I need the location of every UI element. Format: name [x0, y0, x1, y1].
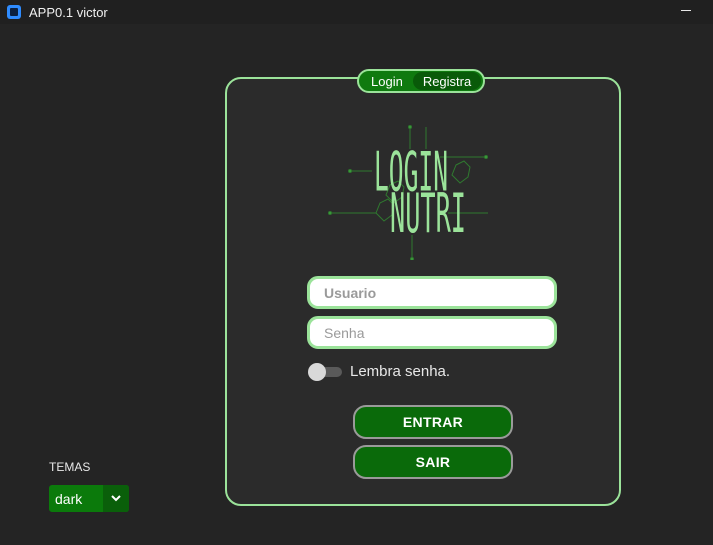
- theme-selected-value: dark: [55, 490, 83, 507]
- password-input[interactable]: [307, 316, 557, 349]
- exit-button[interactable]: SAIR: [353, 445, 513, 479]
- remember-password-toggle[interactable]: [308, 363, 342, 381]
- username-input[interactable]: [307, 276, 557, 309]
- logo-line-2: NUTRI: [390, 182, 466, 246]
- enter-button[interactable]: ENTRAR: [353, 405, 513, 439]
- chevron-down-icon[interactable]: [103, 485, 129, 512]
- tab-switcher: Login Registra: [357, 69, 486, 93]
- app-window-icon: [7, 5, 21, 19]
- tab-login[interactable]: Login: [361, 72, 413, 90]
- theme-label: TEMAS: [49, 460, 91, 474]
- theme-select[interactable]: dark: [49, 485, 129, 512]
- login-nutri-logo: LOGIN NUTRI: [328, 125, 488, 260]
- title-bar: APP0.1 victor: [0, 0, 713, 24]
- window-title: APP0.1 victor: [29, 4, 108, 20]
- tab-registra[interactable]: Registra: [412, 72, 482, 90]
- minimize-icon[interactable]: [679, 0, 693, 20]
- remember-password-label: Lembra senha.: [350, 363, 451, 380]
